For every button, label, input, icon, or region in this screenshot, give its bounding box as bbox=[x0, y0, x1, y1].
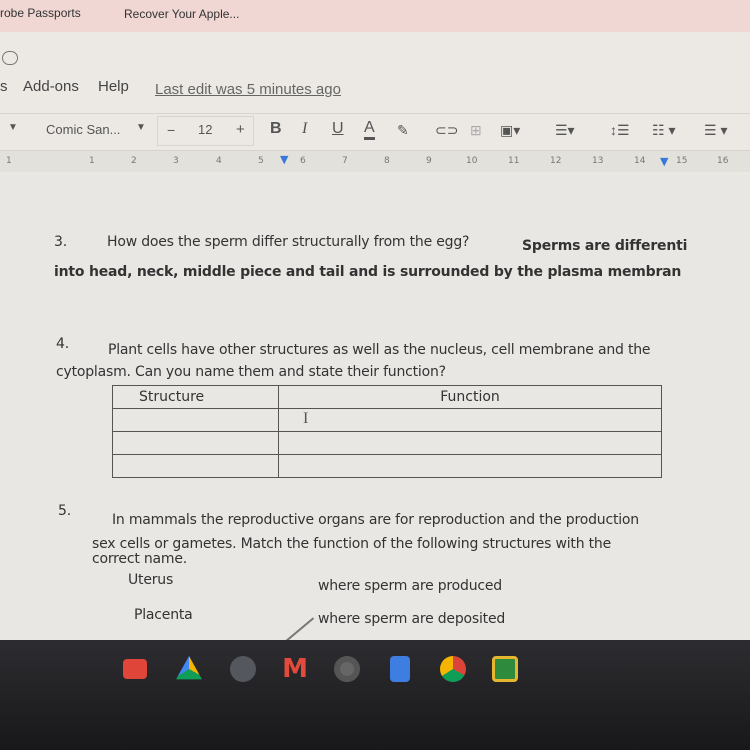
bulleted-list-icon[interactable]: ☰ ▾ bbox=[704, 122, 727, 139]
ruler-tick: 11 bbox=[508, 156, 520, 166]
image-icon[interactable]: ▣▾ bbox=[500, 122, 520, 139]
q4-line1: Plant cells have other structures as wel… bbox=[108, 342, 651, 358]
ruler-tick: 15 bbox=[676, 156, 688, 166]
header-structure[interactable]: Structure bbox=[112, 385, 279, 409]
font-dropdown-icon[interactable]: ▼ bbox=[136, 122, 146, 133]
q3-number: 3. bbox=[54, 234, 67, 250]
q3-answer-line2: into head, neck, middle piece and tail a… bbox=[54, 264, 682, 280]
table-cell[interactable] bbox=[112, 408, 279, 432]
table-row bbox=[112, 431, 662, 455]
line-spacing-icon[interactable]: ↕☰ bbox=[610, 122, 630, 139]
italic-button[interactable]: I bbox=[302, 120, 307, 138]
font-size-input[interactable]: 12 bbox=[198, 122, 212, 137]
q3-answer-line1: Sperms are differenti bbox=[522, 238, 688, 254]
ruler-tick: 1 bbox=[89, 156, 95, 166]
header-function[interactable]: Function bbox=[278, 385, 662, 409]
ruler-tick: 5 bbox=[258, 156, 264, 166]
table-cell[interactable] bbox=[278, 431, 662, 455]
numbered-list-icon[interactable]: ☷ ▾ bbox=[652, 122, 675, 139]
align-icon[interactable]: ☰▾ bbox=[555, 122, 575, 139]
taskbar bbox=[0, 640, 750, 750]
docs-icon[interactable] bbox=[390, 656, 410, 682]
ruler-tick: 9 bbox=[426, 156, 432, 166]
font-select[interactable]: Comic San... bbox=[46, 122, 120, 137]
q5-line2: sex cells or gametes. Match the function… bbox=[92, 536, 612, 552]
bookmarks-bar: robe Passports Recover Your Apple... bbox=[0, 0, 750, 32]
q4-line2: cytoplasm. Can you name them and state t… bbox=[56, 364, 446, 380]
q3-question: How does the sperm differ structurally f… bbox=[107, 234, 470, 250]
divider bbox=[0, 113, 750, 114]
ruler-tick: 3 bbox=[173, 156, 179, 166]
ruler-tick: 13 bbox=[592, 156, 604, 166]
structure-function-table[interactable]: Structure Function bbox=[112, 385, 662, 478]
ruler-tick: 4 bbox=[216, 156, 222, 166]
ruler-tick: 6 bbox=[300, 156, 306, 166]
ruler-tick: 12 bbox=[550, 156, 562, 166]
text-color-button[interactable]: A bbox=[364, 119, 375, 140]
table-cell[interactable] bbox=[278, 454, 662, 478]
ruler-tick: 2 bbox=[131, 156, 137, 166]
ruler[interactable]: 1 1 2 3 4 5 ▼ 6 7 8 9 10 11 12 13 14 ▼ 1… bbox=[0, 150, 750, 172]
ruler-tick: 10 bbox=[466, 156, 478, 166]
menu-tools[interactable]: s bbox=[0, 78, 8, 95]
table-cell[interactable] bbox=[278, 408, 662, 432]
ruler-tick: 1 bbox=[6, 156, 12, 166]
camera-icon[interactable] bbox=[334, 656, 360, 682]
ruler-tick: 14 bbox=[634, 156, 646, 166]
last-edit-link[interactable]: Last edit was 5 minutes ago bbox=[155, 81, 341, 98]
q5-number: 5. bbox=[58, 503, 71, 519]
styles-dropdown-icon[interactable]: ▼ bbox=[8, 122, 18, 133]
menu-addons[interactable]: Add-ons bbox=[23, 78, 79, 95]
right-indent-marker-icon[interactable]: ▼ bbox=[660, 155, 668, 168]
match-right-deposited: where sperm are deposited bbox=[318, 611, 506, 627]
chrome-icon[interactable] bbox=[440, 656, 466, 682]
left-indent-marker-icon[interactable]: ▼ bbox=[280, 153, 288, 166]
photos-icon[interactable] bbox=[230, 656, 256, 682]
table-row bbox=[112, 454, 662, 478]
match-left-uterus: Uterus bbox=[128, 572, 174, 588]
highlight-icon[interactable]: ✎ bbox=[397, 122, 409, 139]
q4-number: 4. bbox=[56, 336, 69, 352]
bold-button[interactable]: B bbox=[270, 120, 282, 138]
table-header-row: Structure Function bbox=[112, 385, 662, 409]
ruler-tick: 16 bbox=[717, 156, 729, 166]
ruler-tick: 8 bbox=[384, 156, 390, 166]
match-left-placenta: Placenta bbox=[134, 607, 193, 623]
gmail-icon[interactable]: M bbox=[282, 656, 308, 682]
link-icon[interactable]: ⊂⊃ bbox=[435, 122, 458, 139]
text-cursor-icon: I bbox=[303, 410, 309, 427]
table-row bbox=[112, 408, 662, 432]
ruler-tick: 7 bbox=[342, 156, 348, 166]
comment-icon[interactable]: ⊞ bbox=[470, 122, 482, 139]
q5-line3: correct name. bbox=[92, 551, 188, 567]
classroom-icon[interactable] bbox=[492, 656, 518, 682]
bookmark-passports[interactable]: robe Passports bbox=[0, 6, 81, 20]
decrease-font-button[interactable]: − bbox=[167, 122, 175, 138]
match-right-produced: where sperm are produced bbox=[318, 578, 502, 594]
menu-help[interactable]: Help bbox=[98, 78, 129, 95]
underline-button[interactable]: U bbox=[332, 120, 344, 138]
q5-line1: In mammals the reproductive organs are f… bbox=[112, 512, 639, 528]
cloud-saved-icon[interactable] bbox=[2, 51, 18, 65]
bookmark-recover-apple[interactable]: Recover Your Apple... bbox=[124, 7, 239, 21]
table-cell[interactable] bbox=[112, 454, 279, 478]
table-cell[interactable] bbox=[112, 431, 279, 455]
increase-font-button[interactable]: + bbox=[236, 121, 245, 138]
youtube-icon[interactable] bbox=[123, 659, 147, 679]
